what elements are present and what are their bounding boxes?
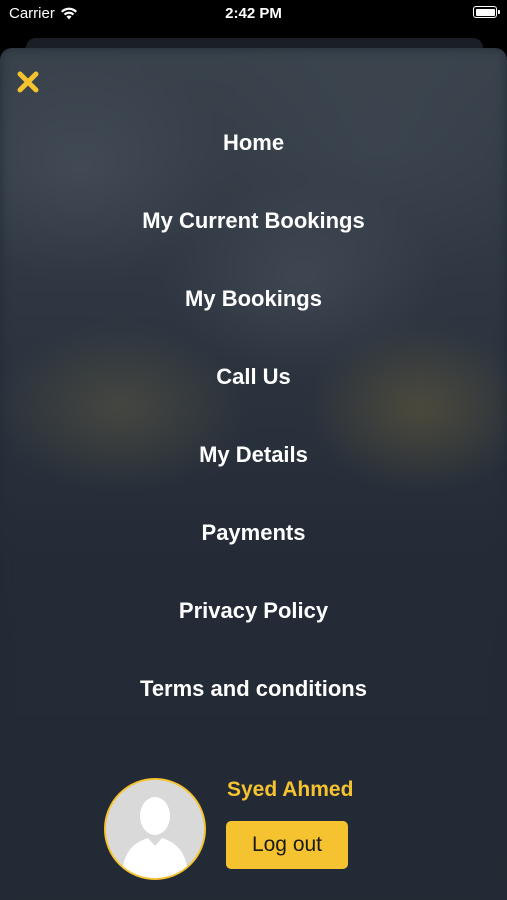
logout-label: Log out bbox=[251, 833, 323, 856]
avatar bbox=[104, 778, 206, 880]
blurred-background-image bbox=[0, 48, 507, 900]
menu-item-my-bookings[interactable]: My Bookings bbox=[0, 286, 507, 312]
menu-item-call-us[interactable]: Call Us bbox=[0, 364, 507, 390]
menu-item-terms-and-conditions[interactable]: Terms and conditions bbox=[0, 676, 507, 702]
status-time: 2:42 PM bbox=[225, 5, 282, 22]
close-icon bbox=[17, 71, 39, 93]
avatar-placeholder-icon bbox=[106, 780, 204, 878]
status-bar: Carrier 2:42 PM bbox=[0, 0, 507, 30]
menu-item-home[interactable]: Home bbox=[0, 130, 507, 156]
logout-button[interactable]: Log out bbox=[226, 821, 348, 869]
close-button[interactable] bbox=[14, 68, 42, 96]
menu-item-payments[interactable]: Payments bbox=[0, 520, 507, 546]
menu-drawer: Home My Current Bookings My Bookings Cal… bbox=[0, 48, 507, 900]
app-screen: Carrier 2:42 PM Home My Current Bookings… bbox=[0, 0, 507, 900]
menu-item-my-details[interactable]: My Details bbox=[0, 442, 507, 468]
menu-item-privacy-policy[interactable]: Privacy Policy bbox=[0, 598, 507, 624]
battery-icon bbox=[473, 6, 500, 18]
menu-item-my-current-bookings[interactable]: My Current Bookings bbox=[0, 208, 507, 234]
user-name: Syed Ahmed bbox=[227, 778, 354, 801]
